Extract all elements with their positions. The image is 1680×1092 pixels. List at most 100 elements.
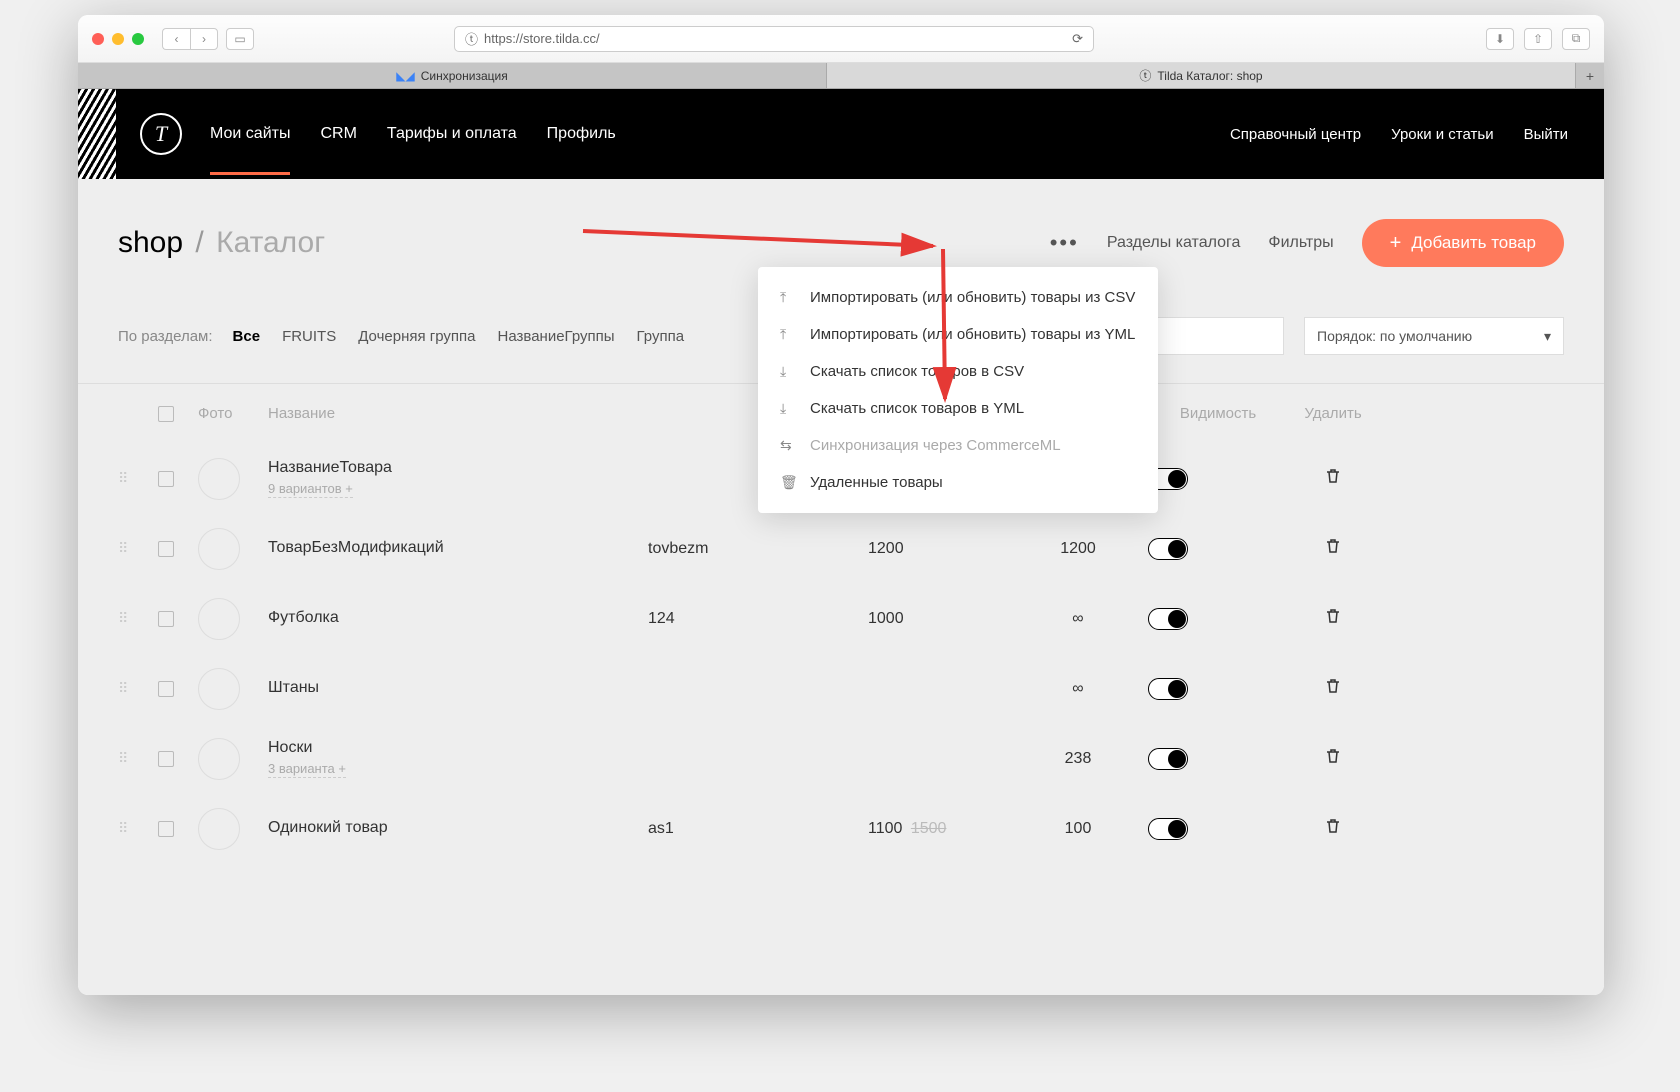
nav-help[interactable]: Справочный центр: [1230, 126, 1361, 143]
nav-back-forward: ‹ ›: [162, 28, 218, 50]
product-price: 1000: [868, 610, 1008, 628]
tilda-logo[interactable]: T: [140, 113, 182, 155]
row-checkbox[interactable]: [158, 751, 174, 767]
nav-logout[interactable]: Выйти: [1524, 126, 1568, 143]
product-name[interactable]: Носки3 варианта +: [268, 738, 648, 780]
drag-handle[interactable]: ⠿: [118, 470, 158, 487]
nav-items: Мои сайты CRM Тарифы и оплата Профиль: [210, 93, 616, 175]
add-product-button[interactable]: + Добавить товар: [1362, 219, 1564, 267]
table-row[interactable]: ⠿Одинокий товарas11100 1500100: [118, 794, 1564, 864]
more-dropdown: ⤒Импортировать (или обновить) товары из …: [758, 267, 1158, 513]
select-all-checkbox[interactable]: [158, 406, 174, 422]
share-button[interactable]: ⇧: [1524, 28, 1552, 50]
product-photo[interactable]: [198, 808, 240, 850]
filter-tab-fruits[interactable]: FRUITS: [282, 328, 336, 345]
minimize-window-button[interactable]: [112, 33, 124, 45]
delete-button[interactable]: [1288, 608, 1378, 629]
tabs-button[interactable]: ⧉: [1562, 28, 1590, 50]
chevron-down-icon: ▾: [1544, 328, 1551, 345]
dropdown-download-csv[interactable]: ⤓Скачать список товаров в CSV: [758, 353, 1158, 390]
close-window-button[interactable]: [92, 33, 104, 45]
filter-tab-all[interactable]: Все: [233, 328, 261, 345]
table-row[interactable]: ⠿ Штаны ∞: [118, 654, 1564, 724]
row-checkbox[interactable]: [158, 471, 174, 487]
dropdown-sync-commerceml[interactable]: ⇆Синхронизация через CommerceML: [758, 427, 1158, 464]
table-row[interactable]: ⠿ Носки3 варианта + 238: [118, 724, 1564, 794]
top-nav: T Мои сайты CRM Тарифы и оплата Профиль …: [78, 89, 1604, 179]
filter-tab-group[interactable]: Группа: [637, 328, 685, 345]
nav-crm[interactable]: CRM: [320, 93, 356, 175]
row-checkbox[interactable]: [158, 681, 174, 697]
dropdown-import-yml[interactable]: ⤒Импортировать (или обновить) товары из …: [758, 316, 1158, 353]
product-name[interactable]: ТоварБезМодификаций: [268, 538, 648, 559]
dropdown-download-yml[interactable]: ⤓Скачать список товаров в YML: [758, 390, 1158, 427]
forward-button[interactable]: ›: [190, 28, 218, 50]
browser-tab-0[interactable]: ◣◢ Синхронизация: [78, 63, 827, 88]
sidebar-toggle-button[interactable]: ▭: [226, 28, 254, 50]
col-visibility: Видимость: [1148, 405, 1288, 422]
filter-tab-child[interactable]: Дочерняя группа: [358, 328, 475, 345]
nav-pricing[interactable]: Тарифы и оплата: [387, 93, 517, 175]
product-sku: 124: [648, 610, 868, 628]
product-price: 1200: [868, 540, 1008, 558]
catalog-sections-link[interactable]: Разделы каталога: [1107, 234, 1241, 252]
drag-handle[interactable]: ⠿: [118, 680, 158, 697]
delete-button[interactable]: [1288, 468, 1378, 489]
visibility-toggle[interactable]: [1148, 538, 1188, 560]
downloads-button[interactable]: ⬇: [1486, 28, 1514, 50]
dropdown-deleted-products[interactable]: 🗑Удаленные товары: [758, 464, 1158, 501]
product-sku: tovbezm: [648, 540, 868, 558]
product-name[interactable]: НазваниеТовара9 вариантов +: [268, 458, 648, 500]
product-photo[interactable]: [198, 668, 240, 710]
tab-label: Tilda Каталог: shop: [1157, 69, 1262, 83]
product-qty: ∞: [1008, 680, 1148, 698]
row-checkbox[interactable]: [158, 541, 174, 557]
plus-icon: +: [1390, 233, 1402, 253]
product-name[interactable]: Одинокий товар: [268, 818, 648, 839]
product-name[interactable]: Футболка: [268, 608, 648, 629]
drag-handle[interactable]: ⠿: [118, 820, 158, 837]
row-checkbox[interactable]: [158, 611, 174, 627]
drag-handle[interactable]: ⠿: [118, 540, 158, 557]
delete-button[interactable]: [1288, 678, 1378, 699]
nav-tutorials[interactable]: Уроки и статьи: [1391, 126, 1493, 143]
nav-right: Справочный центр Уроки и статьи Выйти: [1230, 126, 1568, 143]
filters-link[interactable]: Фильтры: [1268, 234, 1333, 252]
new-tab-button[interactable]: +: [1576, 63, 1604, 88]
table-row[interactable]: ⠿ Футболка1241000∞: [118, 584, 1564, 654]
visibility-toggle[interactable]: [1148, 608, 1188, 630]
product-qty: ∞: [1008, 610, 1148, 628]
filter-tabs: Все FRUITS Дочерняя группа НазваниеГрупп…: [233, 328, 685, 345]
table-row[interactable]: ⠿ТоварБезМодификацийtovbezm12001200: [118, 514, 1564, 584]
drag-handle[interactable]: ⠿: [118, 610, 158, 627]
back-button[interactable]: ‹: [162, 28, 190, 50]
visibility-toggle[interactable]: [1148, 748, 1188, 770]
maximize-window-button[interactable]: [132, 33, 144, 45]
nav-profile[interactable]: Профиль: [547, 93, 616, 175]
nav-my-sites[interactable]: Мои сайты: [210, 93, 290, 175]
product-photo[interactable]: [198, 528, 240, 570]
import-icon: ⤒: [780, 289, 796, 306]
col-delete: Удалить: [1288, 405, 1378, 422]
delete-button[interactable]: [1288, 538, 1378, 559]
product-name[interactable]: Штаны: [268, 678, 648, 699]
browser-tab-1[interactable]: ⓣ Tilda Каталог: shop: [827, 63, 1576, 88]
visibility-toggle[interactable]: [1148, 818, 1188, 840]
delete-button[interactable]: [1288, 818, 1378, 839]
product-photo[interactable]: [198, 738, 240, 780]
product-photo[interactable]: [198, 598, 240, 640]
delete-button[interactable]: [1288, 748, 1378, 769]
more-menu-button[interactable]: •••: [1050, 230, 1079, 256]
visibility-toggle[interactable]: [1148, 678, 1188, 700]
row-checkbox[interactable]: [158, 821, 174, 837]
reload-icon[interactable]: ⟳: [1072, 31, 1083, 47]
filter-tab-groupname[interactable]: НазваниеГруппы: [498, 328, 615, 345]
product-photo[interactable]: [198, 458, 240, 500]
product-qty: 238: [1008, 750, 1148, 768]
breadcrumb-root[interactable]: shop: [118, 226, 183, 259]
drag-handle[interactable]: ⠿: [118, 750, 158, 767]
dropdown-import-csv[interactable]: ⤒Импортировать (или обновить) товары из …: [758, 279, 1158, 316]
url-bar[interactable]: ⓣ https://store.tilda.cc/ ⟳: [454, 26, 1094, 52]
sort-select[interactable]: Порядок: по умолчанию ▾: [1304, 317, 1564, 355]
url-text: https://store.tilda.cc/: [484, 31, 600, 46]
